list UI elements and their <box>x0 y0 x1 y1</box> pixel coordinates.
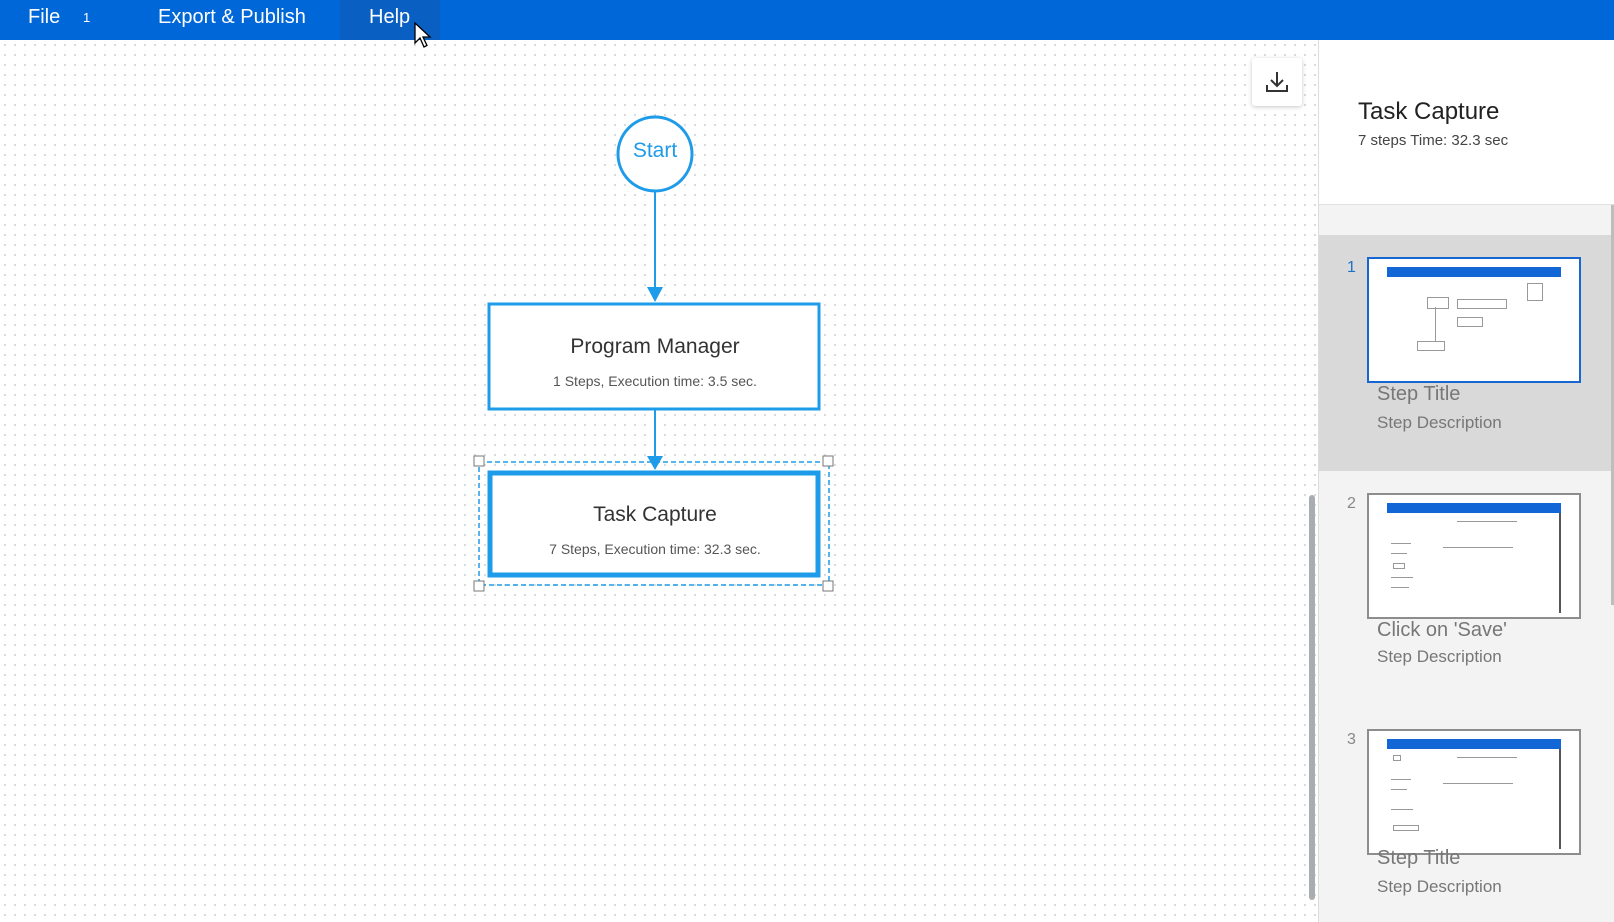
resize-handle[interactable] <box>822 580 834 592</box>
step-item-1[interactable]: 1 Step Title Step Description <box>1319 235 1611 471</box>
resize-handle[interactable] <box>473 580 485 592</box>
step-title: Step Title <box>1377 847 1461 869</box>
canvas-scrollbar[interactable] <box>1309 495 1315 900</box>
flowchart-canvas[interactable] <box>0 40 1318 922</box>
step-title: Click on 'Save' <box>1377 619 1507 641</box>
menu-file[interactable]: File <box>28 0 60 40</box>
file-badge: 1 <box>83 10 91 25</box>
step-thumbnail[interactable] <box>1367 493 1581 619</box>
download-button[interactable] <box>1252 58 1302 106</box>
menu-bar: File 1 Export & Publish Help <box>0 0 1614 40</box>
panel-header: Task Capture 7 steps Time: 32.3 sec <box>1319 40 1614 205</box>
start-label: Start <box>632 139 678 162</box>
step-number: 1 <box>1347 259 1356 276</box>
step-thumbnail[interactable] <box>1367 729 1581 855</box>
node-title: Program Manager <box>570 335 740 358</box>
step-title: Step Title <box>1377 383 1461 405</box>
menu-export-publish[interactable]: Export & Publish <box>158 0 306 40</box>
flowchart-diagram <box>473 115 834 592</box>
node-title: Task Capture <box>593 503 717 526</box>
node-subtitle: 7 Steps, Execution time: 32.3 sec. <box>549 541 761 557</box>
step-number: 3 <box>1347 731 1356 748</box>
step-description: Step Description <box>1377 413 1502 432</box>
step-description: Step Description <box>1377 877 1502 896</box>
download-icon <box>1266 72 1288 92</box>
arrowhead <box>647 456 663 470</box>
panel-title: Task Capture <box>1358 98 1500 125</box>
step-item-2[interactable]: 2 Click on 'Save' Step Description <box>1319 471 1611 707</box>
resize-handle[interactable] <box>473 455 485 467</box>
node-subtitle: 1 Steps, Execution time: 3.5 sec. <box>553 373 757 389</box>
resize-handle[interactable] <box>822 455 834 467</box>
step-thumbnail[interactable] <box>1367 257 1581 383</box>
step-number: 2 <box>1347 495 1356 512</box>
step-item-3[interactable]: 3 Step Title Step Description <box>1319 707 1611 922</box>
steps-panel: Task Capture 7 steps Time: 32.3 sec 1 St… <box>1318 40 1614 922</box>
step-description: Step Description <box>1377 647 1502 666</box>
mouse-cursor-icon <box>414 22 432 48</box>
panel-subtitle: 7 steps Time: 32.3 sec <box>1358 132 1509 149</box>
arrowhead <box>647 287 663 302</box>
